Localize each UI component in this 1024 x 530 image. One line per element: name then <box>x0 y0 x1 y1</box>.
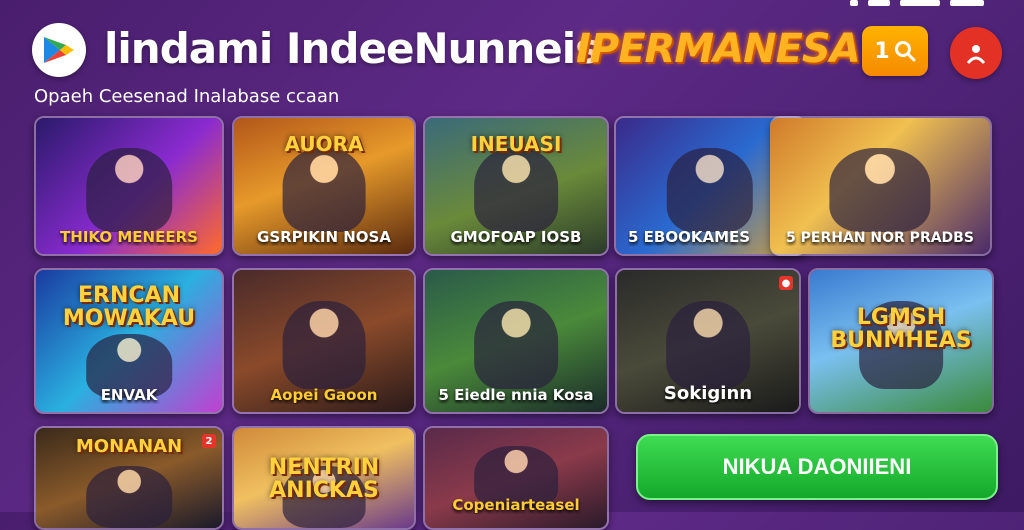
app-title: lindami IndeeNunneis <box>104 24 600 73</box>
game-card[interactable]: ERNCAN MOWAKAU ENVAK <box>34 268 224 414</box>
game-card[interactable]: THIKO MENEERS <box>34 116 224 256</box>
game-headline: ERNCAN MOWAKAU <box>62 283 196 332</box>
game-card[interactable]: MONANAN 2 <box>34 426 224 530</box>
app-subtitle: Opaeh Ceesenad Inalabase ccaan <box>34 86 340 107</box>
game-headline: NENTRIN ANICKAS <box>268 455 380 504</box>
game-character-art <box>86 466 172 528</box>
game-title: 5 PERHAN NOR PRADBS <box>786 230 974 246</box>
brand-logo-text: IPERMANESA <box>576 26 861 72</box>
game-title: 5 Eiedle nnia Kosa <box>438 386 594 404</box>
game-character-art <box>282 147 366 233</box>
search-button-label: 1 <box>874 38 890 64</box>
game-character-art <box>474 301 558 390</box>
game-character-art <box>666 147 754 233</box>
search-icon <box>894 41 916 62</box>
logo-glyph <box>44 37 74 63</box>
game-character-art <box>86 147 172 233</box>
game-card[interactable]: LGMSH BUNMHEAS <box>808 268 994 414</box>
game-card[interactable]: 5 Eiedle nnia Kosa <box>423 268 609 414</box>
game-headline: MONANAN <box>75 436 183 457</box>
game-headline: LGMSH BUNMHEAS <box>830 304 972 353</box>
game-card[interactable]: INEUASI GMOFOAP IOSB <box>423 116 609 256</box>
game-title: GMOFOAP IOSB <box>450 228 582 246</box>
game-title: THIKO MENEERS <box>60 228 198 246</box>
search-button[interactable]: 1 <box>862 26 928 76</box>
status-strip <box>850 0 984 8</box>
game-headline: AUORA <box>284 132 364 157</box>
game-card[interactable]: Copeniarteasel <box>423 426 609 530</box>
game-card[interactable]: NENTRIN ANICKAS <box>232 426 416 530</box>
game-character-art <box>829 147 931 233</box>
profile-button[interactable] <box>950 27 1002 79</box>
notification-badge: 2 <box>202 434 216 448</box>
game-headline: INEUASI <box>470 132 562 157</box>
game-title: Copeniarteasel <box>452 496 580 514</box>
game-card[interactable]: AUORA GSRPIKIN NOSA <box>232 116 416 256</box>
game-title: Aopei Gaoon <box>270 386 378 404</box>
game-character-art <box>474 147 558 233</box>
game-character-art <box>666 301 750 390</box>
game-title: GSRPIKIN NOSA <box>257 228 391 246</box>
profile-icon <box>966 45 986 64</box>
game-card[interactable]: 5 PERHAN NOR PRADBS <box>770 116 992 256</box>
game-title: ENVAK <box>100 386 158 404</box>
game-title: Sokiginn <box>663 383 753 404</box>
game-character-art <box>282 301 366 390</box>
notification-badge: ● <box>779 276 793 290</box>
game-card[interactable]: Aopei Gaoon <box>232 268 416 414</box>
game-card[interactable]: ● Sokiginn <box>615 268 801 414</box>
play-store-icon[interactable] <box>32 23 86 77</box>
download-button[interactable]: NIKUA DAONIIENI <box>636 434 998 500</box>
